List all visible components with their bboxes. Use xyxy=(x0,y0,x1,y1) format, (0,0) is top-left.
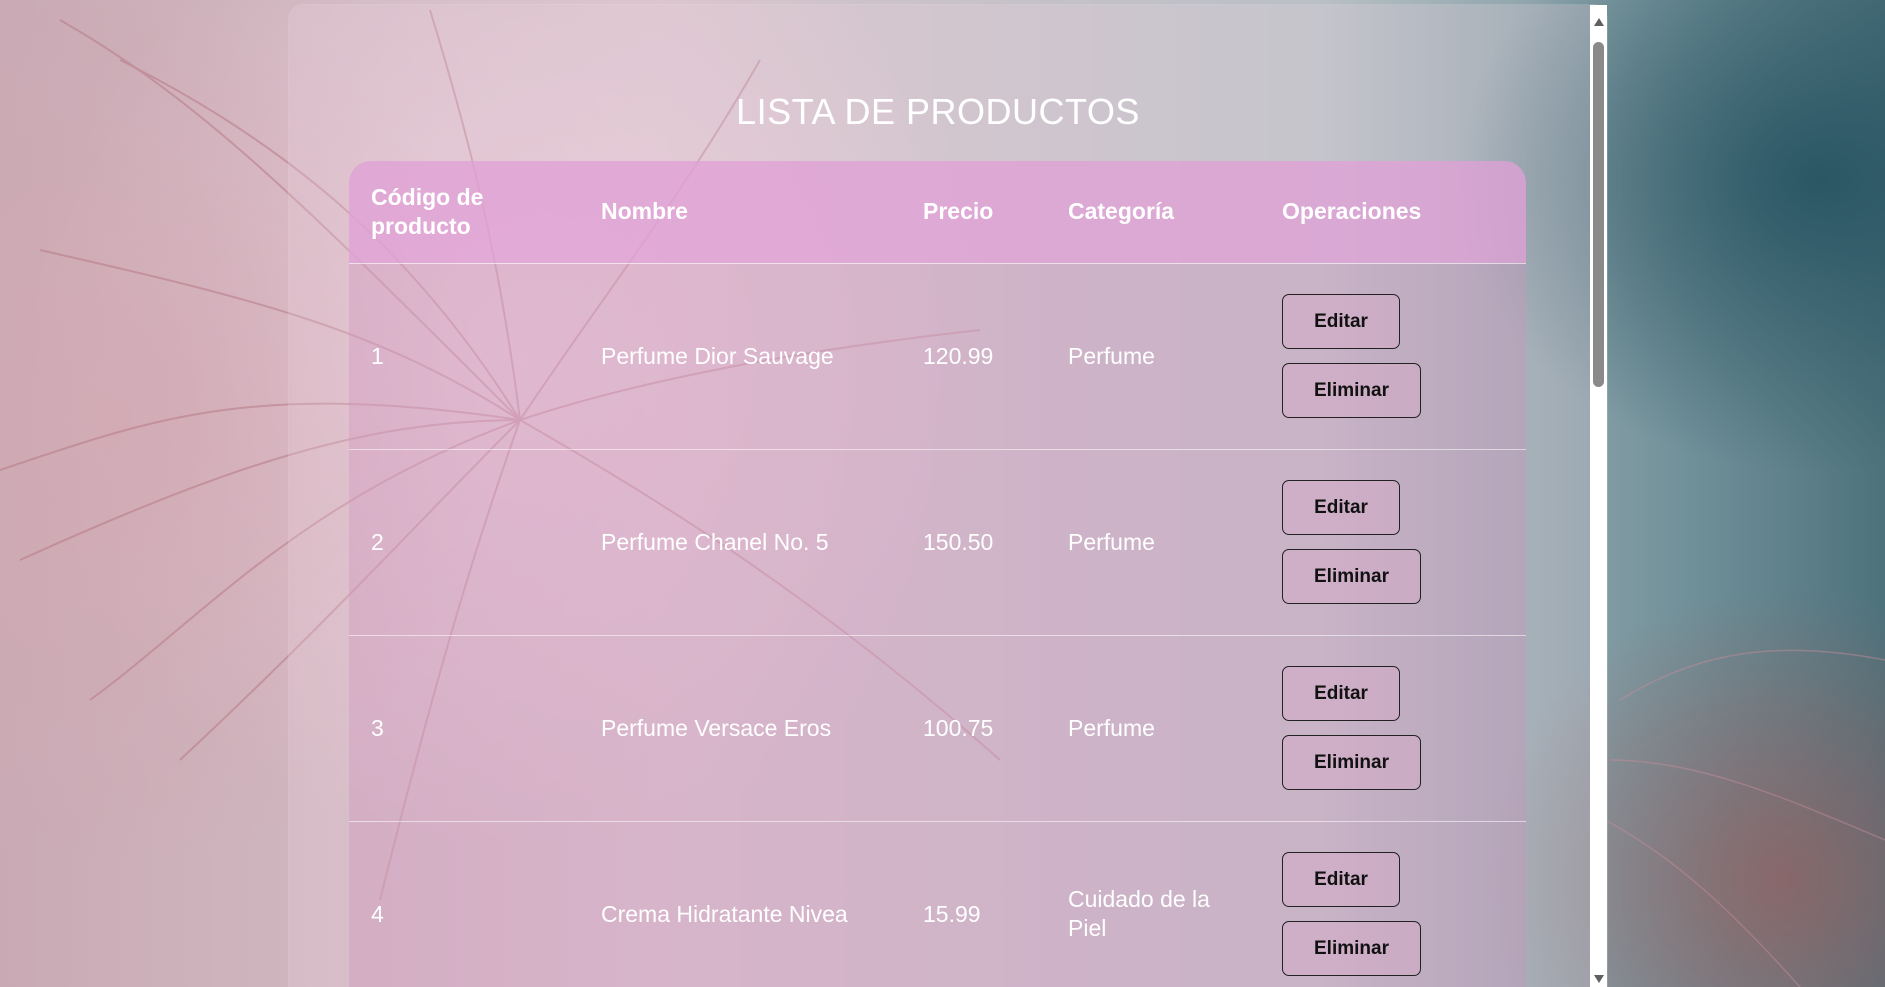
product-operations: Editar Eliminar xyxy=(1260,634,1526,821)
table-row: 4 Crema Hidratante Nivea 15.99 Cuidado d… xyxy=(349,820,1526,987)
operations-group: Editar Eliminar xyxy=(1282,294,1504,418)
table-row: 1 Perfume Dior Sauvage 120.99 Perfume Ed… xyxy=(349,263,1526,449)
product-name: Perfume Versace Eros xyxy=(579,634,901,821)
operations-group: Editar Eliminar xyxy=(1282,666,1504,790)
product-category: Perfume xyxy=(1046,634,1260,821)
header-name: Nombre xyxy=(579,161,901,264)
vertical-scrollbar[interactable] xyxy=(1590,5,1607,987)
product-name: Perfume Dior Sauvage xyxy=(601,342,834,369)
products-table-container: Código de producto Nombre Precio Categor… xyxy=(349,161,1526,987)
edit-button[interactable]: Editar xyxy=(1282,294,1400,349)
product-price: 15.99 xyxy=(901,820,1046,987)
header-price: Precio xyxy=(901,161,1046,264)
edit-button[interactable]: Editar xyxy=(1282,480,1400,535)
products-table: Código de producto Nombre Precio Categor… xyxy=(349,161,1526,987)
product-code: 4 xyxy=(349,820,579,987)
page-title: LISTA DE PRODUCTOS xyxy=(736,91,1140,132)
delete-button[interactable]: Eliminar xyxy=(1282,921,1421,977)
table-row: 2 Perfume Chanel No. 5 150.50 Perfume Ed… xyxy=(349,448,1526,635)
table-row: 3 Perfume Versace Eros 100.75 Perfume Ed… xyxy=(349,634,1526,821)
header-code: Código de producto xyxy=(349,161,579,264)
operations-group: Editar Eliminar xyxy=(1282,852,1504,977)
products-content: LISTA DE PRODUCTOS Código de producto No… xyxy=(289,5,1587,987)
product-category: Cuidado de la Piel xyxy=(1046,820,1260,987)
product-price: 120.99 xyxy=(923,342,994,369)
product-code: 2 xyxy=(349,448,579,635)
product-operations: Editar Eliminar xyxy=(1260,448,1526,635)
delete-button[interactable]: Eliminar xyxy=(1282,735,1421,790)
header-operations: Operaciones xyxy=(1260,161,1526,264)
edit-button[interactable]: Editar xyxy=(1282,852,1400,908)
product-price: 150.50 xyxy=(901,448,1046,635)
delete-button[interactable]: Eliminar xyxy=(1282,549,1421,604)
product-category: Perfume xyxy=(1068,342,1155,369)
product-operations: Editar Eliminar xyxy=(1260,820,1526,987)
product-operations: Editar Eliminar xyxy=(1260,263,1526,449)
delete-button[interactable]: Eliminar xyxy=(1282,363,1421,418)
triangle-down-icon[interactable] xyxy=(1590,970,1607,987)
triangle-up-icon[interactable] xyxy=(1590,13,1607,30)
product-code: 3 xyxy=(349,634,579,821)
header-category: Categoría xyxy=(1046,161,1260,264)
product-name: Perfume Chanel No. 5 xyxy=(579,448,901,635)
products-panel: LISTA DE PRODUCTOS Código de producto No… xyxy=(289,5,1607,987)
edit-button[interactable]: Editar xyxy=(1282,666,1400,721)
product-category: Perfume xyxy=(1046,448,1260,635)
scrollbar-thumb[interactable] xyxy=(1593,42,1604,387)
product-code: 1 xyxy=(371,342,384,369)
product-price: 100.75 xyxy=(901,634,1046,821)
table-header-row: Código de producto Nombre Precio Categor… xyxy=(349,161,1526,264)
operations-group: Editar Eliminar xyxy=(1282,480,1504,604)
product-name: Crema Hidratante Nivea xyxy=(579,820,901,987)
